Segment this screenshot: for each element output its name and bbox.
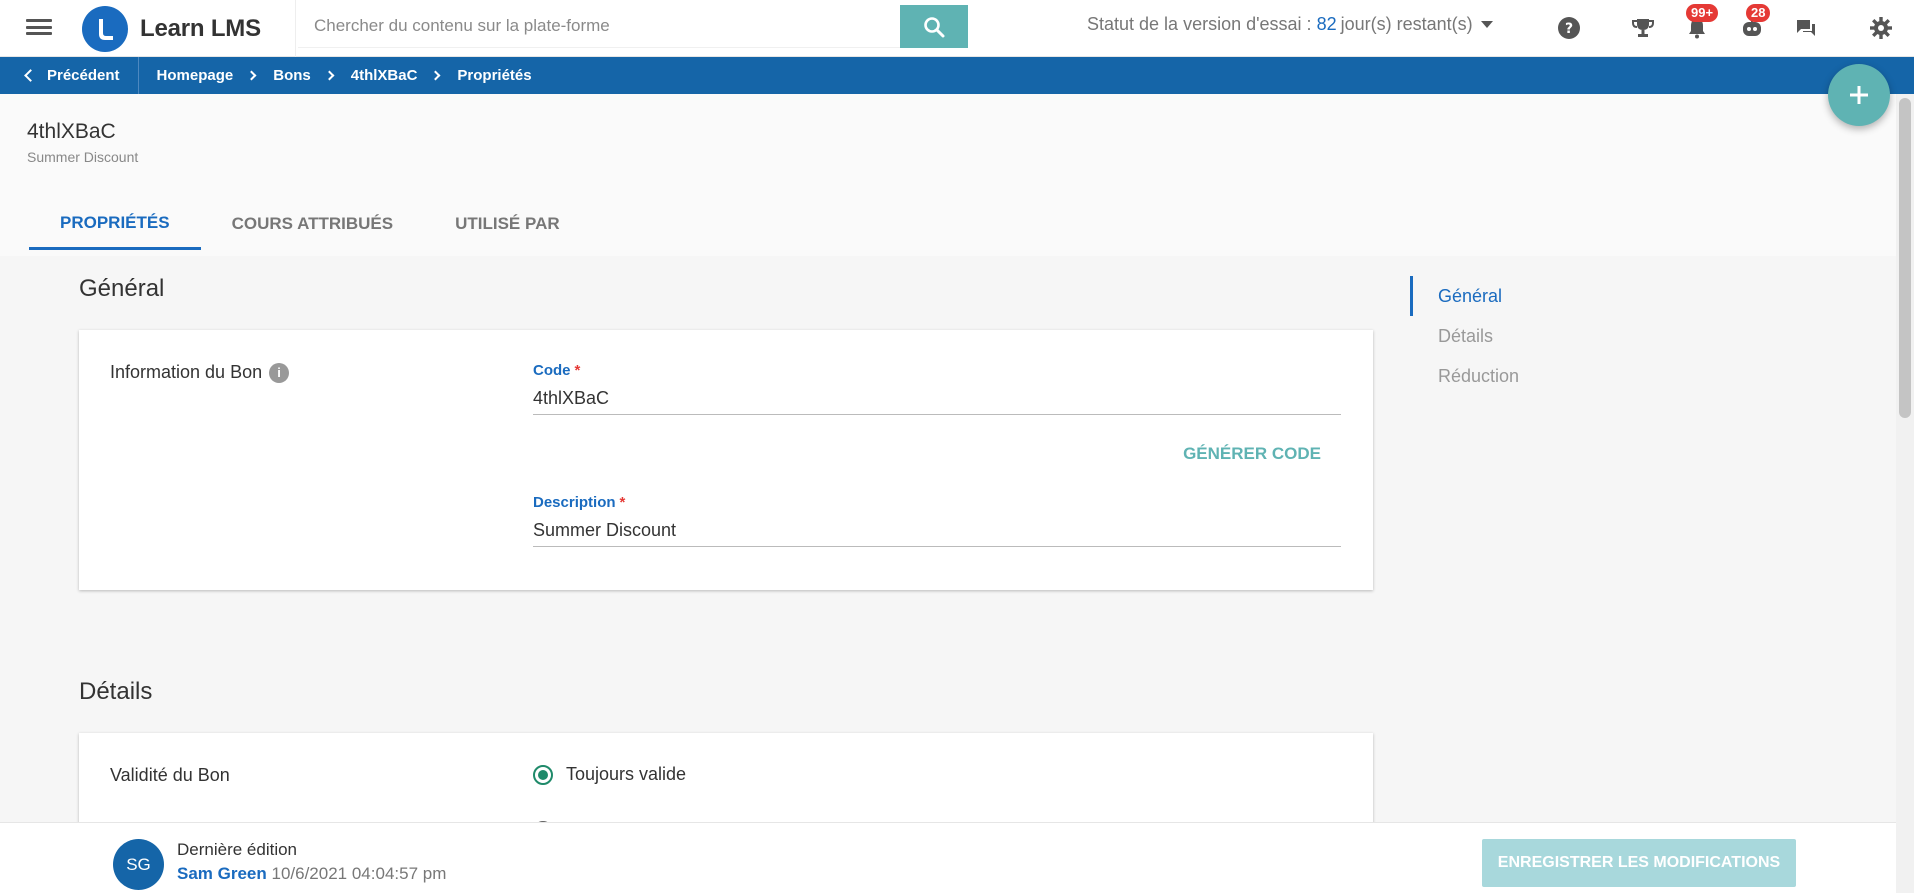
top-bar: Learn LMS Statut de la version d'essai :… (0, 0, 1914, 57)
search-icon (924, 16, 945, 37)
scrollbar-thumb[interactable] (1899, 98, 1911, 418)
breadcrumb-bar: Précédent Homepage Bons 4thlXBaC Proprié… (0, 57, 1914, 94)
notifications-badge: 99+ (1686, 4, 1719, 22)
chat-icon[interactable] (1792, 14, 1820, 42)
trial-label: Statut de la version d'essai : (1087, 14, 1312, 34)
section-title-details: Détails (79, 678, 153, 705)
voucher-info-label: Information du Bon (110, 362, 263, 382)
last-edit-timestamp: 10/6/2021 04:04:57 pm (271, 864, 447, 883)
svg-text:?: ? (1565, 21, 1573, 37)
trophy-icon[interactable] (1629, 14, 1657, 42)
validity-label: Validité du Bon (110, 765, 230, 785)
radio-always-valid-label: Toujours valide (566, 764, 687, 784)
help-icon[interactable]: ? (1555, 14, 1583, 42)
trial-remaining: jour(s) restant(s) (1340, 14, 1473, 34)
search-button[interactable] (900, 5, 968, 48)
card-label: Information du Bon i (110, 362, 290, 383)
trial-dropdown-icon[interactable] (1480, 21, 1493, 28)
chevron-right-icon (246, 70, 257, 81)
back-label: Précédent (47, 67, 120, 84)
plus-icon (1850, 86, 1868, 104)
chevron-right-icon (324, 70, 335, 81)
back-button[interactable]: Précédent (0, 57, 139, 94)
logo-icon (82, 5, 128, 52)
last-edit-user[interactable]: Sam Green (177, 864, 267, 883)
add-button[interactable] (1828, 64, 1890, 126)
code-label: Code * (533, 362, 581, 379)
info-icon[interactable]: i (269, 362, 290, 383)
radio-always-valid[interactable]: Toujours valide (533, 764, 686, 785)
notifications-icon[interactable]: 99+ (1683, 4, 1719, 42)
logo[interactable]: Learn LMS (80, 0, 296, 57)
description-input[interactable] (533, 515, 1341, 547)
section-title-general: Général (79, 275, 165, 302)
chevron-right-icon (430, 70, 441, 81)
avatar: SG (113, 839, 164, 890)
radio-button-selected[interactable] (533, 764, 553, 785)
breadcrumb-voucher[interactable]: 4thlXBaC (351, 67, 418, 84)
section-nav-reduction[interactable]: Réduction (1410, 356, 1519, 396)
code-input[interactable] (533, 383, 1341, 415)
menu-icon[interactable] (26, 16, 52, 38)
search-input[interactable] (298, 5, 900, 48)
tab-assigned-courses[interactable]: Cours attribués (201, 198, 425, 250)
tab-used-by[interactable]: Utilisé par (424, 198, 591, 250)
last-edit-title: Dernière édition (177, 840, 298, 859)
page-subtitle: Summer Discount (27, 149, 139, 165)
footer-bar: SG Dernière édition Sam Green 10/6/2021 … (0, 822, 1896, 893)
breadcrumb: Homepage Bons 4thlXBaC Propriétés (157, 67, 532, 84)
save-changes-button[interactable]: Enregistrer les modifications (1482, 839, 1796, 887)
messages-badge: 28 (1746, 4, 1771, 22)
tab-bar: Propriétés Cours attribués Utilisé par (29, 198, 591, 250)
general-card: Information du Bon i Code* Générer code … (79, 330, 1373, 590)
last-edit-info: Sam Green 10/6/2021 04:04:57 pm (177, 864, 446, 884)
code-field: Code * (533, 362, 1341, 415)
page-title: 4thlXBaC (27, 120, 116, 143)
bot-icon[interactable]: 28 (1738, 4, 1771, 42)
trial-days: 82 (1316, 14, 1337, 34)
chevron-left-icon (24, 69, 37, 82)
breadcrumb-bons[interactable]: Bons (273, 67, 311, 84)
generate-code-button[interactable]: Générer code (1183, 444, 1321, 464)
description-field: Description * (533, 494, 1341, 547)
tab-properties[interactable]: Propriétés (29, 198, 201, 250)
app-name: Learn LMS (140, 14, 261, 42)
trial-status: Statut de la version d'essai : 82 jour(s… (1087, 14, 1493, 35)
search-bar (298, 5, 968, 48)
breadcrumb-homepage[interactable]: Homepage (157, 67, 234, 84)
settings-icon[interactable] (1867, 14, 1895, 42)
breadcrumb-current: Propriétés (457, 67, 532, 84)
section-nav-details[interactable]: Détails (1410, 316, 1493, 356)
description-label: Description * (533, 494, 626, 511)
page-header: 4thlXBaC Summer Discount Propriétés Cour… (0, 94, 1896, 256)
section-nav-general[interactable]: Général (1410, 276, 1502, 316)
